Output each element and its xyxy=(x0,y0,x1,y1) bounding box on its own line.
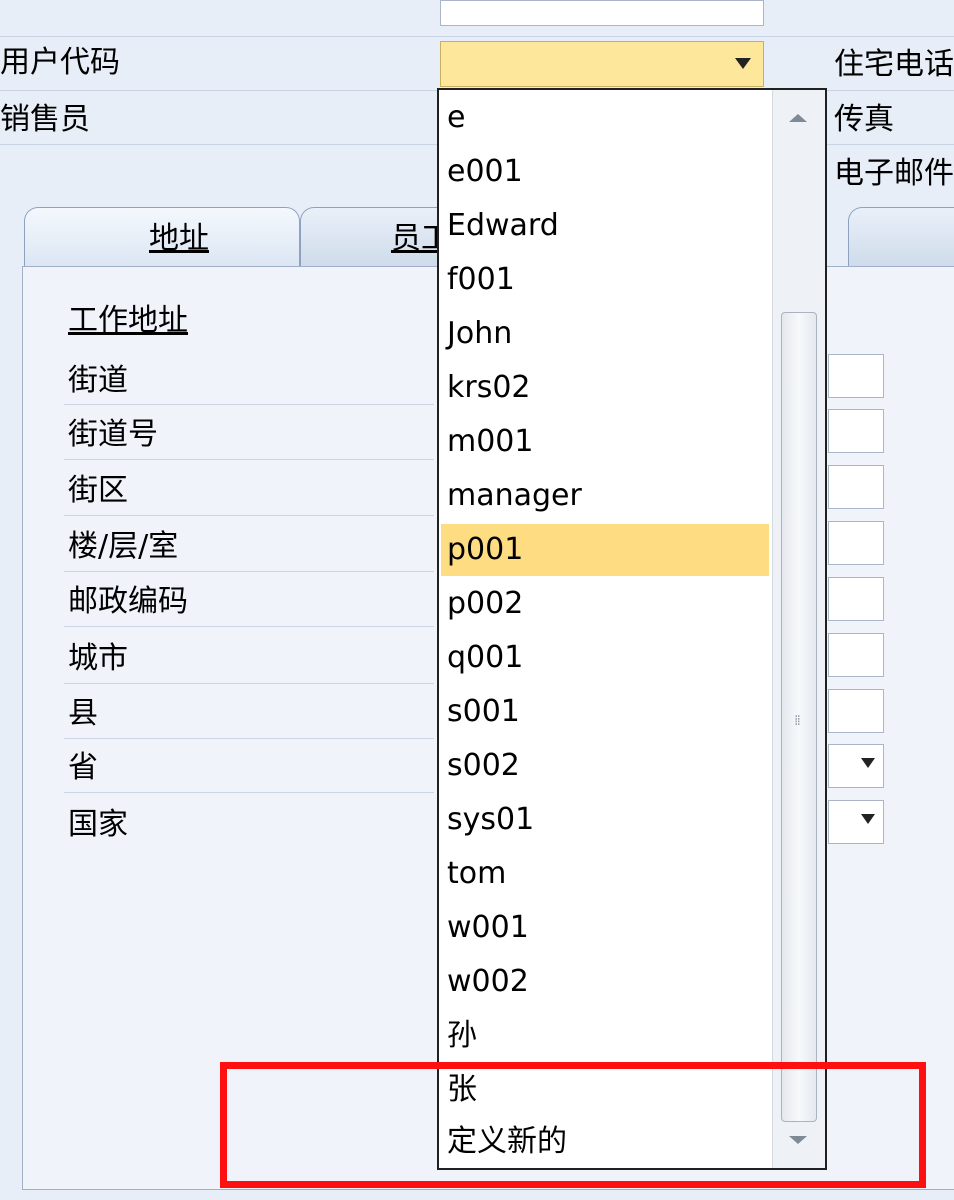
block-input[interactable] xyxy=(828,465,884,509)
divider xyxy=(64,515,434,516)
scrollbar-thumb[interactable]: ⁞⁞ xyxy=(781,312,817,1122)
chevron-down-icon[interactable] xyxy=(861,814,875,824)
list-item[interactable]: s001 xyxy=(447,686,769,738)
city-input[interactable] xyxy=(828,633,884,677)
list-item[interactable]: sys01 xyxy=(447,794,769,846)
grip-icon: ⁞⁞ xyxy=(794,713,801,729)
divider xyxy=(64,626,434,627)
chevron-down-icon[interactable] xyxy=(861,758,875,768)
country-select[interactable] xyxy=(828,800,884,844)
list-item[interactable]: w001 xyxy=(447,902,769,954)
list-item[interactable]: q001 xyxy=(447,632,769,684)
divider xyxy=(64,738,434,739)
salesperson-label: 销售员 xyxy=(0,102,90,137)
email-label: 电子邮件 xyxy=(834,156,954,191)
street-label: 街道 xyxy=(68,363,128,398)
building-floor-room-label: 楼/层/室 xyxy=(68,529,179,564)
divider xyxy=(64,459,434,460)
list-item[interactable]: e xyxy=(447,92,769,144)
chevron-down-icon[interactable] xyxy=(735,58,751,69)
list-item[interactable]: f001 xyxy=(447,254,769,306)
divider xyxy=(64,792,434,793)
work-address-title: 工作地址 xyxy=(68,303,188,338)
user-code-label: 用户代码 xyxy=(0,45,120,80)
tab-address[interactable]: 地址 xyxy=(24,207,300,267)
scroll-up-icon[interactable] xyxy=(789,114,807,122)
divider xyxy=(64,404,434,405)
county-input[interactable] xyxy=(828,689,884,733)
highlight-box xyxy=(220,1062,926,1188)
user-code-dropdown-list[interactable]: e e001 Edward f001 John krs02 m001 manag… xyxy=(437,88,827,1170)
street-number-input[interactable] xyxy=(828,409,884,453)
list-item[interactable]: w002 xyxy=(447,956,769,1008)
tab-other[interactable] xyxy=(848,207,954,267)
fax-label: 传真 xyxy=(834,102,894,137)
street-number-label: 街道号 xyxy=(68,417,158,452)
postal-code-input[interactable] xyxy=(828,577,884,621)
list-item[interactable]: p002 xyxy=(447,578,769,630)
list-item-selected[interactable]: p001 xyxy=(441,524,769,576)
postal-code-label: 邮政编码 xyxy=(68,584,188,619)
province-select[interactable] xyxy=(828,744,884,788)
home-phone-label: 住宅电话 xyxy=(834,47,954,82)
dropdown-scrollbar[interactable]: ⁞⁞ xyxy=(772,90,825,1168)
list-item[interactable]: Edward xyxy=(447,200,769,252)
list-item[interactable]: tom xyxy=(447,848,769,900)
city-label: 城市 xyxy=(68,641,128,676)
list-item[interactable]: s002 xyxy=(447,740,769,792)
user-code-field[interactable] xyxy=(440,41,764,87)
list-item[interactable]: m001 xyxy=(447,416,769,468)
list-item[interactable]: e001 xyxy=(447,146,769,198)
list-item[interactable]: 孙 xyxy=(447,1010,769,1062)
building-input[interactable] xyxy=(828,521,884,565)
top-field-partial[interactable] xyxy=(440,0,764,26)
divider xyxy=(64,571,434,572)
province-label: 省 xyxy=(68,750,98,785)
divider xyxy=(0,36,954,37)
list-item[interactable]: krs02 xyxy=(447,362,769,414)
country-label: 国家 xyxy=(68,807,128,842)
street-input[interactable] xyxy=(828,354,884,398)
county-label: 县 xyxy=(68,696,98,731)
divider xyxy=(64,683,434,684)
block-label: 街区 xyxy=(68,473,128,508)
list-item[interactable]: John xyxy=(447,308,769,360)
list-item[interactable]: manager xyxy=(447,470,769,522)
tab-address-label: 地址 xyxy=(149,221,209,256)
